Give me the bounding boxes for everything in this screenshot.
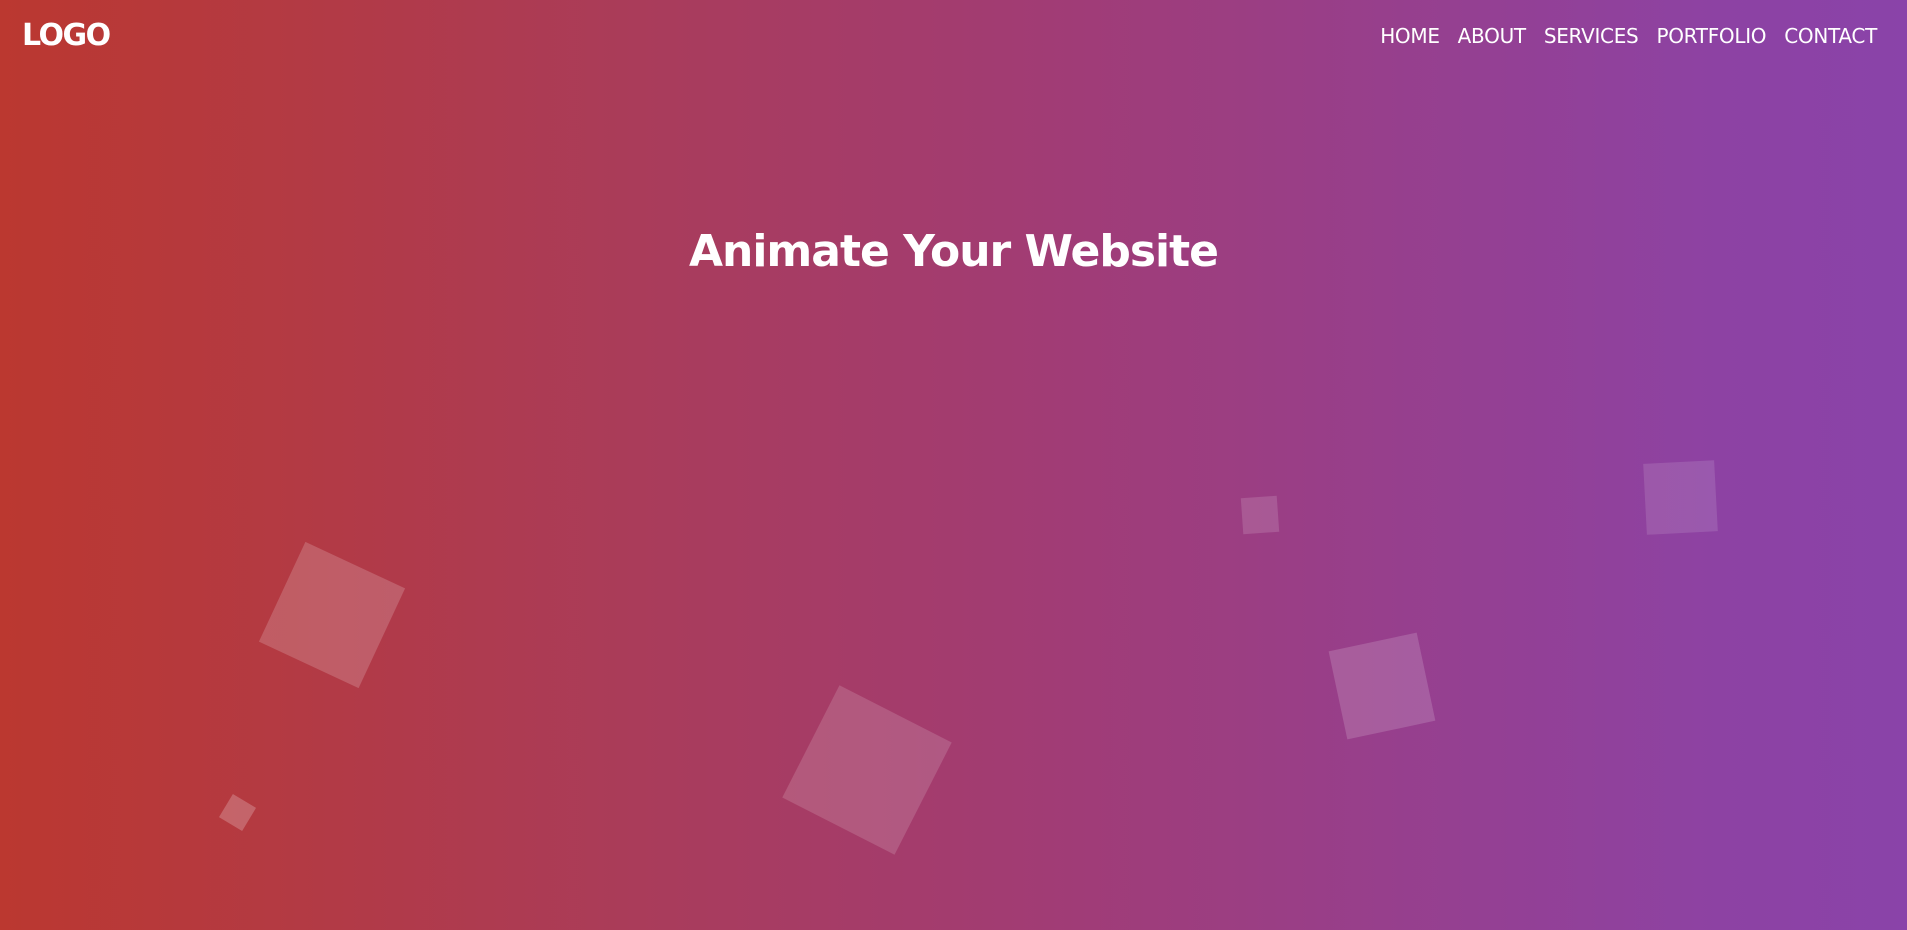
nav-home-link[interactable]: HOME bbox=[1380, 23, 1440, 49]
floating-square bbox=[218, 793, 257, 832]
floating-square bbox=[1328, 632, 1436, 740]
nav-about-link[interactable]: ABOUT bbox=[1458, 23, 1526, 49]
floating-square bbox=[258, 541, 406, 689]
hero-title: Animate Your Website bbox=[688, 226, 1219, 277]
floating-square bbox=[1240, 495, 1280, 535]
main-nav: HOME ABOUT SERVICES PORTFOLIO CONTACT bbox=[1380, 23, 1877, 49]
nav-services-link[interactable]: SERVICES bbox=[1544, 23, 1639, 49]
site-header: LOGO HOME ABOUT SERVICES PORTFOLIO CONTA… bbox=[0, 0, 1907, 74]
nav-portfolio-link[interactable]: PORTFOLIO bbox=[1656, 23, 1766, 49]
logo[interactable]: LOGO bbox=[22, 18, 111, 54]
floating-square bbox=[1643, 460, 1718, 535]
floating-square bbox=[782, 685, 952, 855]
nav-contact-link[interactable]: CONTACT bbox=[1784, 23, 1877, 49]
